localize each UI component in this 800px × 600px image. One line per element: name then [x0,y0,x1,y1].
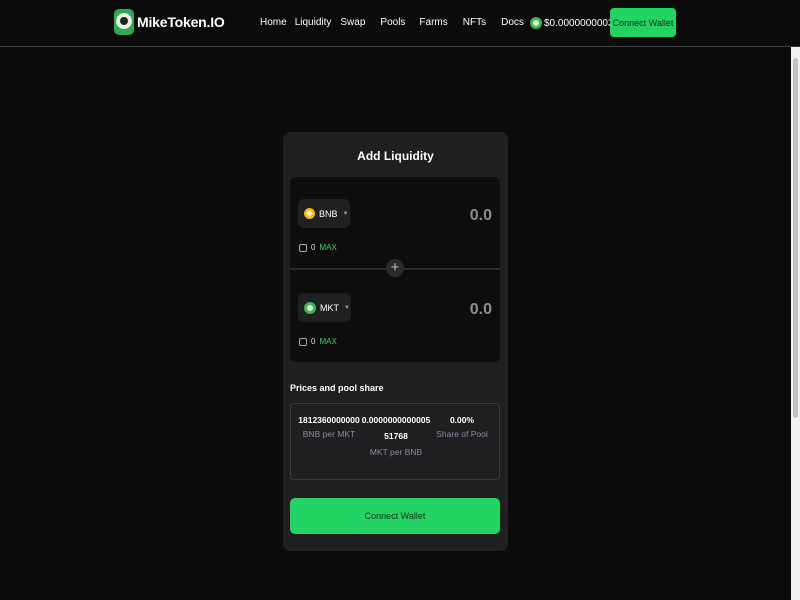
nav-liquidity[interactable]: Liquidity [295,17,332,28]
token-a-balance-value: 0 [311,243,316,252]
nav-docs[interactable]: Docs [501,17,524,28]
top-navbar: MikeToken.IO Home Liquidity Swap Pools F… [0,0,800,47]
mkt-per-bnb-label: MKT per BNB [369,447,423,457]
brand-name: MikeToken.IO [137,14,225,30]
token-a-balance: 0 MAX [299,243,337,252]
mkt-per-bnb-value-cont: 51768 [384,431,408,441]
bnb-per-mkt-value: 1812360000000 [298,415,360,425]
token-b-symbol: MKT [320,302,339,313]
bnb-token-icon [304,208,315,219]
mkt-per-bnb-value: 0.0000000000005 [361,415,431,425]
connect-wallet-header-button[interactable]: Connect Wallet [610,8,676,37]
token-a-max-button[interactable]: MAX [319,243,336,252]
token-b-max-button[interactable]: MAX [319,337,336,346]
nav-nfts[interactable]: NFTs [463,17,486,28]
mkt-token-icon [530,17,542,29]
chevron-down-icon: ▼ [344,304,350,311]
token-a-selector[interactable]: BNB ▼ [298,199,350,228]
main-nav: Home Liquidity Swap Pools Farms NFTs Doc… [260,17,524,28]
token-b-balance: 0 MAX [299,337,337,346]
bnb-per-mkt: 1812360000000 BNB per MKT [295,413,363,441]
nav-pools[interactable]: Pools [380,17,405,28]
mike-logo-icon [114,9,134,35]
scrollbar-thumb[interactable] [793,58,798,418]
chevron-down-icon: ▼ [342,210,349,217]
token-b-amount-input[interactable]: 0.0 [470,301,492,319]
share-of-pool: 0.00% Share of Pool [431,413,493,441]
bnb-per-mkt-label: BNB per MKT [302,429,356,439]
wallet-icon [299,243,307,252]
token-inputs-panel: BNB ▼ 0.0 0 MAX + MKT ▼ 0.0 0 MAX [290,177,500,362]
plus-icon: + [386,259,404,277]
share-of-pool-value: 0.00% [449,415,475,425]
token-b-selector[interactable]: MKT ▼ [298,293,351,322]
token-b-balance-value: 0 [311,337,316,346]
mkt-token-icon [304,301,316,314]
wallet-icon [299,337,307,346]
card-title: Add Liquidity [357,149,434,163]
mkt-per-bnb: 0.0000000000005 51768 MKT per BNB [361,413,431,459]
nav-swap[interactable]: Swap [340,17,365,28]
prices-pool-share-title: Prices and pool share [290,383,384,393]
share-of-pool-label: Share of Pool [436,429,488,439]
prices-pool-share-panel: 1812360000000 BNB per MKT 0.000000000000… [290,403,500,480]
token-a-amount-input[interactable]: 0.0 [470,207,492,225]
connect-wallet-button[interactable]: Connect Wallet [290,498,500,534]
nav-farms[interactable]: Farms [419,17,447,28]
token-a-symbol: BNB [319,208,338,219]
add-liquidity-card: Add Liquidity BNB ▼ 0.0 0 MAX + MKT ▼ 0.… [283,132,508,551]
nav-home[interactable]: Home [260,17,287,28]
brand-logo[interactable]: MikeToken.IO [114,9,225,35]
